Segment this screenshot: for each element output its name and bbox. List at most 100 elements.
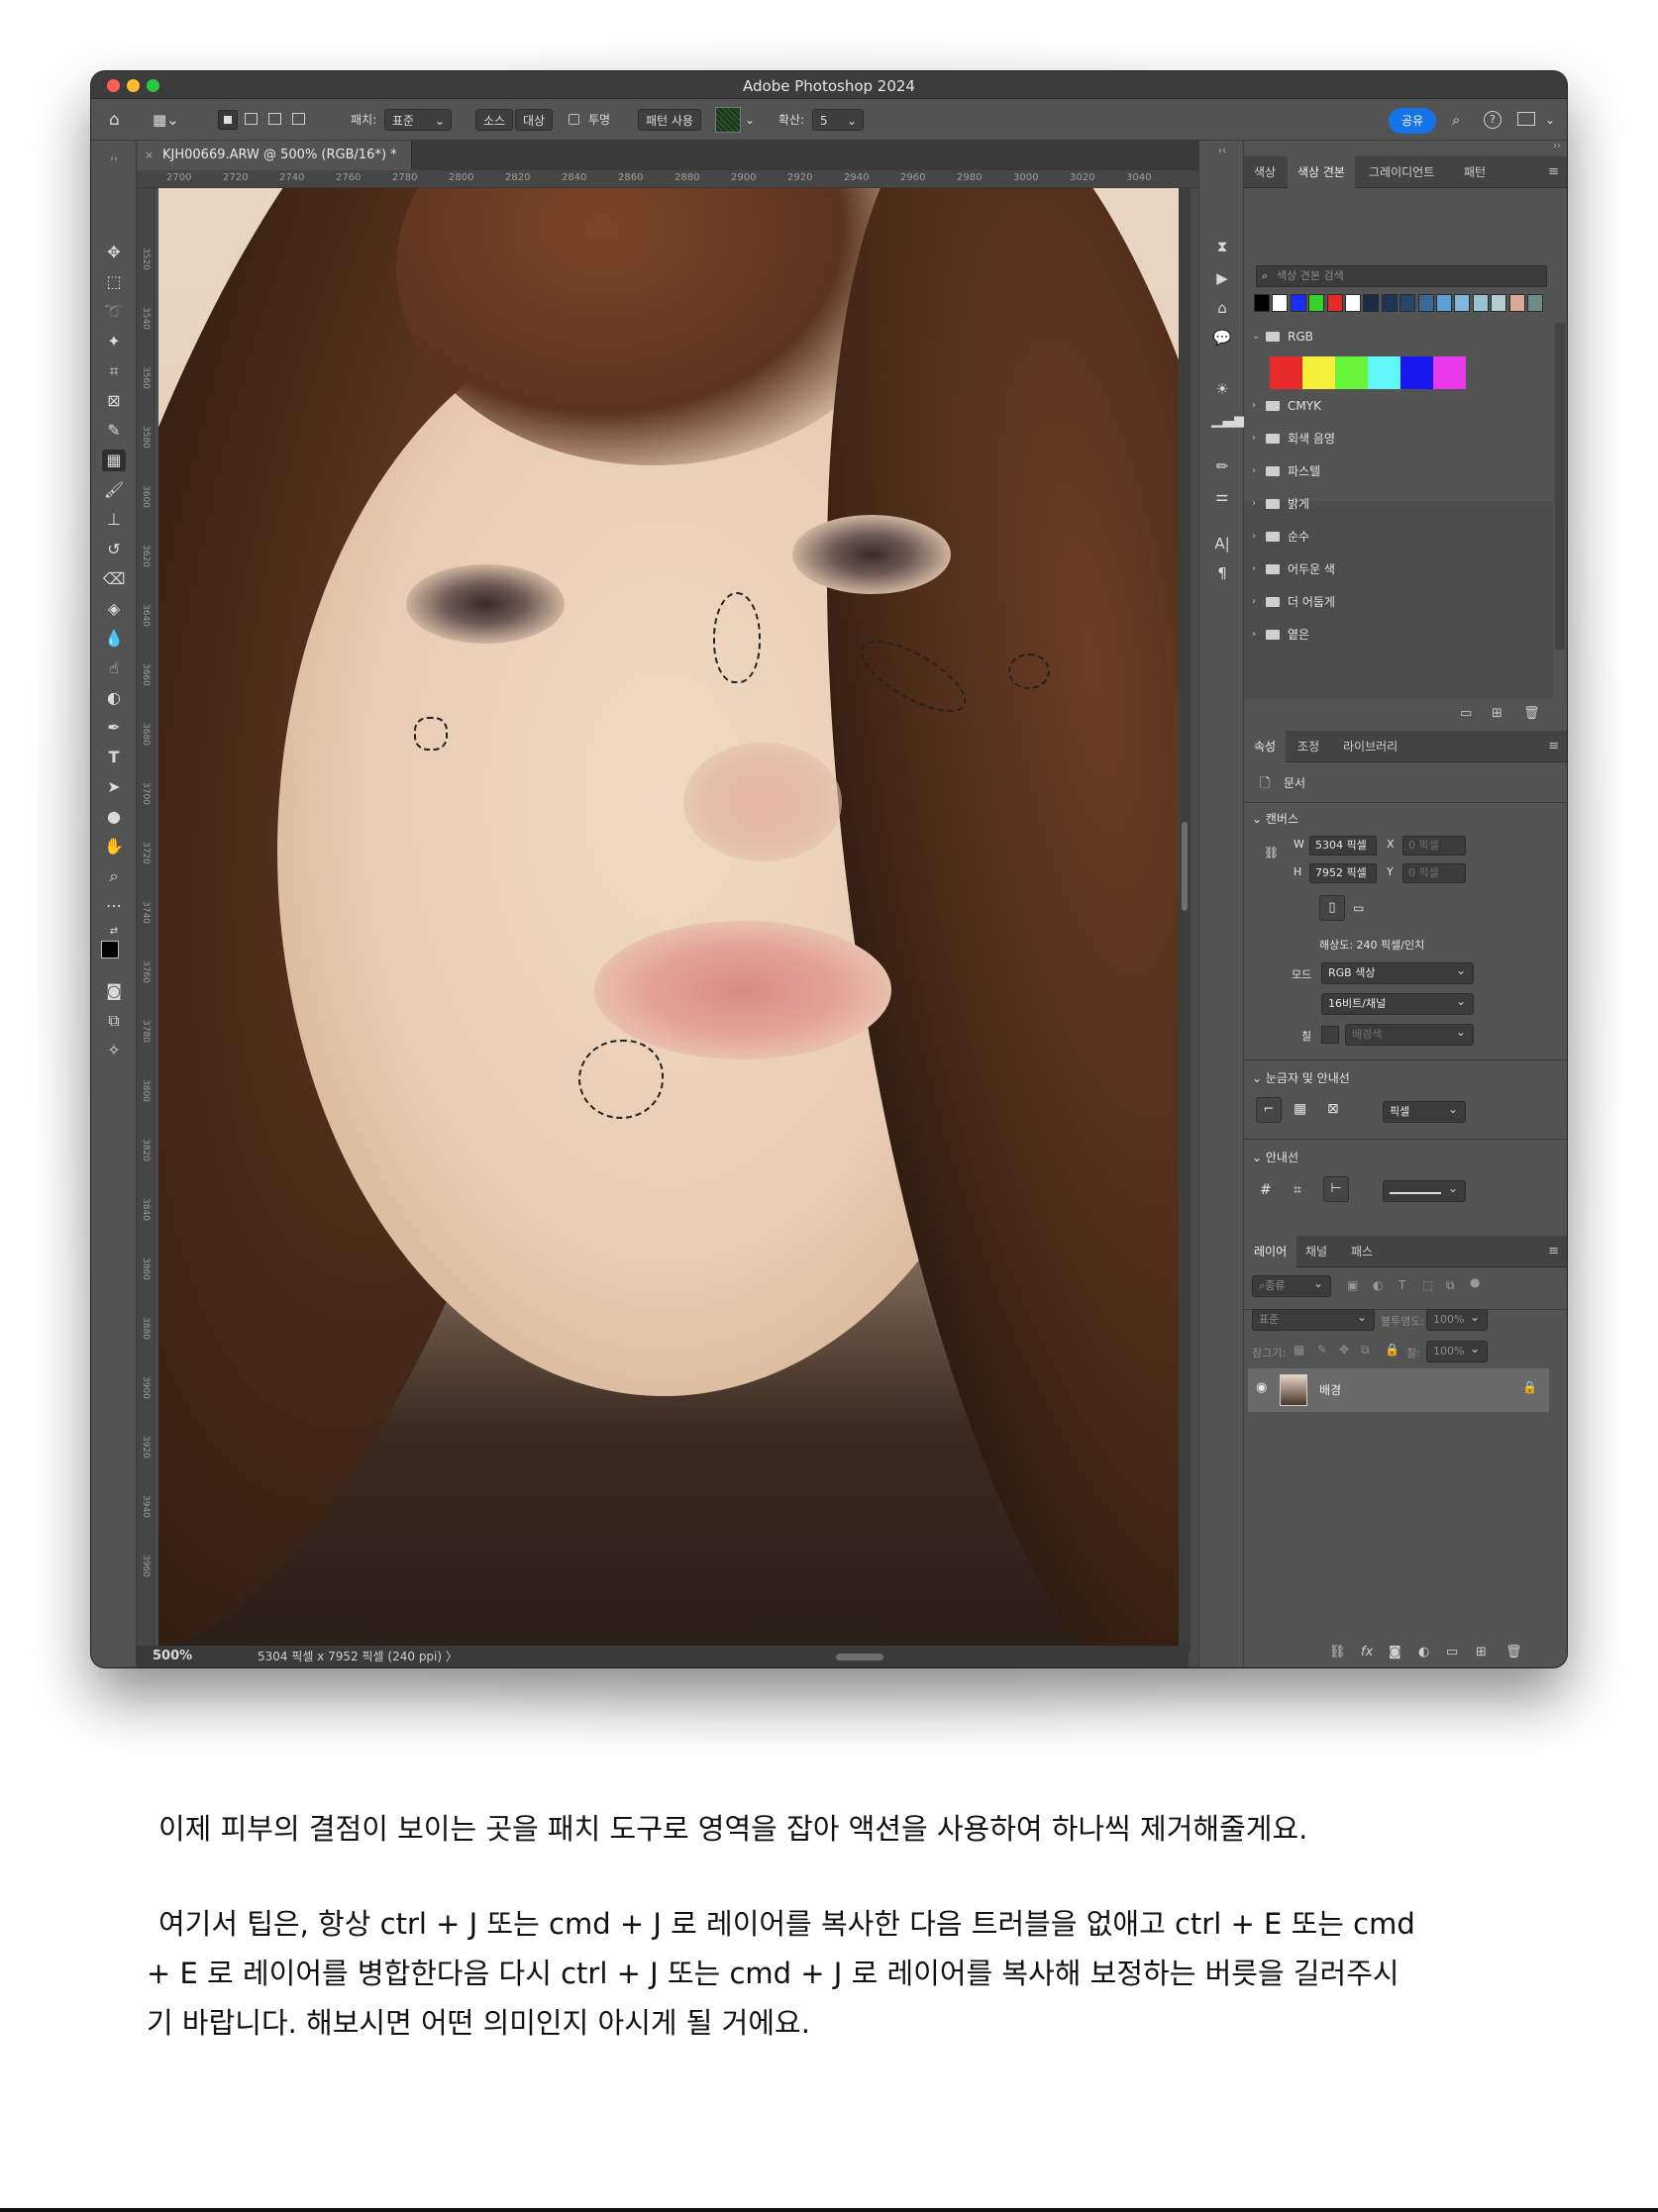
swatch-group-rgb[interactable]: ⌄ RGB xyxy=(1252,323,1549,351)
shape-filter-icon[interactable]: ⬚ xyxy=(1422,1278,1433,1292)
rgb-swatch[interactable] xyxy=(1335,356,1368,389)
bit-depth-select[interactable]: 16비트/채널 xyxy=(1321,991,1474,1015)
plugins-icon[interactable]: ⌂ xyxy=(1211,297,1233,319)
paint-bucket-tool-icon[interactable]: ◈ xyxy=(102,598,126,620)
eraser-tool-icon[interactable]: ⌫ xyxy=(102,568,126,590)
layer-mask-icon[interactable]: ◙ xyxy=(1389,1645,1401,1659)
canvas-section-header[interactable]: ⌄ 캔버스 xyxy=(1252,810,1298,827)
tab-layers[interactable]: 레이어 xyxy=(1244,1236,1297,1267)
swatch-group-row[interactable]: › 회색 음영 xyxy=(1252,425,1549,452)
swatch-group-row[interactable]: › 옅은 xyxy=(1252,621,1549,649)
left-ruler[interactable]: 3520 3540 3560 3580 3600 3620 3640 3660 3680 3700… xyxy=(137,188,155,1652)
rgb-swatch[interactable] xyxy=(1433,356,1466,389)
help-icon[interactable]: ? xyxy=(1484,111,1502,129)
type-tool-icon[interactable]: T xyxy=(102,747,126,768)
destination-button[interactable]: 대상 xyxy=(515,109,554,131)
tab-color[interactable]: 색상 xyxy=(1244,156,1286,188)
fx-icon[interactable]: fx xyxy=(1361,1645,1373,1659)
new-guide-icon[interactable]: ⌗ xyxy=(1294,1182,1301,1198)
swatch[interactable] xyxy=(1491,294,1507,312)
trash-icon[interactable]: 🗑 xyxy=(1505,1645,1522,1659)
swap-colors-icon[interactable]: ⇄ xyxy=(102,921,126,943)
swatch-search-input[interactable]: ⌕ 색상 견본 검색 xyxy=(1256,265,1547,287)
generative-fill-icon[interactable]: ✧ xyxy=(102,1040,126,1061)
swatch[interactable] xyxy=(1436,294,1452,312)
portrait-orientation-icon[interactable]: ▯ xyxy=(1319,895,1345,921)
transparent-checkbox[interactable] xyxy=(569,114,579,125)
collapse-right-panels-icon[interactable]: ›› xyxy=(1553,141,1561,151)
tab-gradients[interactable]: 그레이디언트 xyxy=(1359,156,1444,188)
swatch[interactable] xyxy=(1326,294,1343,312)
tab-properties[interactable]: 속성 xyxy=(1244,731,1287,762)
tab-swatches[interactable]: 색상 견본 xyxy=(1288,156,1355,188)
document-tab[interactable]: × KJH00669.ARW @ 500% (RGB/16*) * xyxy=(137,141,412,170)
collapse-toolbar-icon[interactable]: ›› xyxy=(102,149,126,170)
quick-mask-icon[interactable]: ◙ xyxy=(102,980,126,1002)
fill-color-swatch[interactable] xyxy=(1321,1026,1339,1044)
swatch[interactable] xyxy=(1290,294,1306,312)
patch-tool-icon[interactable]: ▦ xyxy=(102,450,126,471)
screen-mode-icon[interactable]: ⧉ xyxy=(102,1010,126,1032)
filter-toggle-icon[interactable]: ● xyxy=(1470,1275,1480,1289)
new-group-icon[interactable]: ▭ xyxy=(1446,1645,1458,1659)
adjustment-filter-icon[interactable]: ◐ xyxy=(1373,1278,1383,1292)
collapse-panels-icon[interactable]: ‹‹ xyxy=(1211,141,1233,162)
tab-channels[interactable]: 채널 xyxy=(1295,1236,1337,1267)
layer-row-background[interactable]: ◉ 배경 🔒 xyxy=(1248,1368,1549,1412)
pixel-grid-icon[interactable]: ⊠ xyxy=(1327,1101,1339,1117)
swatch[interactable] xyxy=(1472,294,1489,312)
crop-tool-icon[interactable]: ⌗ xyxy=(102,360,126,382)
swatch[interactable] xyxy=(1454,294,1471,312)
ruler-icon[interactable]: ⌐ xyxy=(1256,1097,1282,1123)
history-panel-icon[interactable]: ⧗ xyxy=(1211,236,1233,257)
brush-tool-icon[interactable]: 🖌 xyxy=(102,479,126,501)
share-button[interactable]: 공유 xyxy=(1389,108,1436,134)
move-tool-icon[interactable]: ✥ xyxy=(102,242,126,263)
chevron-down-icon[interactable]: ⌄ xyxy=(1545,109,1555,131)
swatch[interactable] xyxy=(1254,294,1270,312)
panel-menu-icon[interactable]: ≡ xyxy=(1548,164,1559,179)
hand-tool-icon[interactable]: ✋ xyxy=(102,836,126,857)
panel-menu-icon[interactable]: ≡ xyxy=(1548,739,1559,754)
chevron-down-icon[interactable]: ⌄ xyxy=(745,109,755,131)
new-group-icon[interactable]: ▭ xyxy=(1460,706,1472,721)
new-swatch-icon[interactable]: ⊞ xyxy=(1492,706,1503,721)
brush-settings-icon[interactable]: ✏ xyxy=(1211,455,1233,477)
new-selection-icon[interactable] xyxy=(218,110,238,130)
lock-position-icon[interactable]: ✥ xyxy=(1339,1343,1349,1357)
swatch[interactable] xyxy=(1381,294,1398,312)
document-canvas[interactable] xyxy=(158,188,1179,1646)
pixel-filter-icon[interactable]: ▣ xyxy=(1347,1278,1358,1292)
units-select[interactable]: 픽셀 xyxy=(1383,1099,1466,1123)
swatch[interactable] xyxy=(1399,294,1416,312)
type-filter-icon[interactable]: T xyxy=(1399,1278,1405,1292)
lock-transparency-icon[interactable]: ▦ xyxy=(1294,1343,1304,1357)
height-input[interactable]: 7952 픽셀 xyxy=(1309,863,1377,883)
swatch[interactable] xyxy=(1272,294,1289,312)
grid-icon[interactable]: ▦ xyxy=(1294,1101,1306,1117)
blend-mode-select[interactable]: 표준 xyxy=(1252,1307,1375,1331)
tab-patterns[interactable]: 패턴 xyxy=(1454,156,1496,188)
zoom-tool-icon[interactable]: ⌕ xyxy=(102,865,126,887)
blur-tool-icon[interactable]: 💧 xyxy=(102,628,126,650)
home-icon[interactable]: ⌂ xyxy=(109,109,120,131)
mode-select[interactable]: RGB 색상 xyxy=(1321,960,1474,984)
top-ruler[interactable]: 2700 2720 2740 2760 2780 2800 2820 2840 2860 2880… xyxy=(137,170,1288,188)
dodge-tool-icon[interactable]: ◐ xyxy=(102,687,126,709)
history-brush-tool-icon[interactable]: ↺ xyxy=(102,539,126,560)
horizontal-scroll-thumb[interactable] xyxy=(836,1654,883,1660)
patch-mode-select[interactable]: 표준 ⌄ xyxy=(384,109,452,131)
vertical-scrollbar[interactable] xyxy=(1179,188,1191,1652)
guide-layout-icon[interactable]: # xyxy=(1260,1182,1272,1198)
fill-select[interactable]: 배경색 xyxy=(1345,1022,1474,1046)
guide-color-icon[interactable]: ⊢ xyxy=(1323,1176,1349,1202)
adjustments-icon[interactable]: ⚌ xyxy=(1211,485,1233,507)
x-input[interactable]: 0 픽셀 xyxy=(1402,836,1466,855)
lasso-tool-icon[interactable]: ➰ xyxy=(102,301,126,323)
tab-paths[interactable]: 패스 xyxy=(1341,1236,1383,1267)
eyedropper-tool-icon[interactable]: ✎ xyxy=(102,420,126,442)
rgb-swatch[interactable] xyxy=(1302,356,1335,389)
frame-tool-icon[interactable]: ⊠ xyxy=(102,390,126,412)
width-input[interactable]: 5304 픽셀 xyxy=(1309,836,1377,855)
ellipse-tool-icon[interactable]: ● xyxy=(102,806,126,828)
